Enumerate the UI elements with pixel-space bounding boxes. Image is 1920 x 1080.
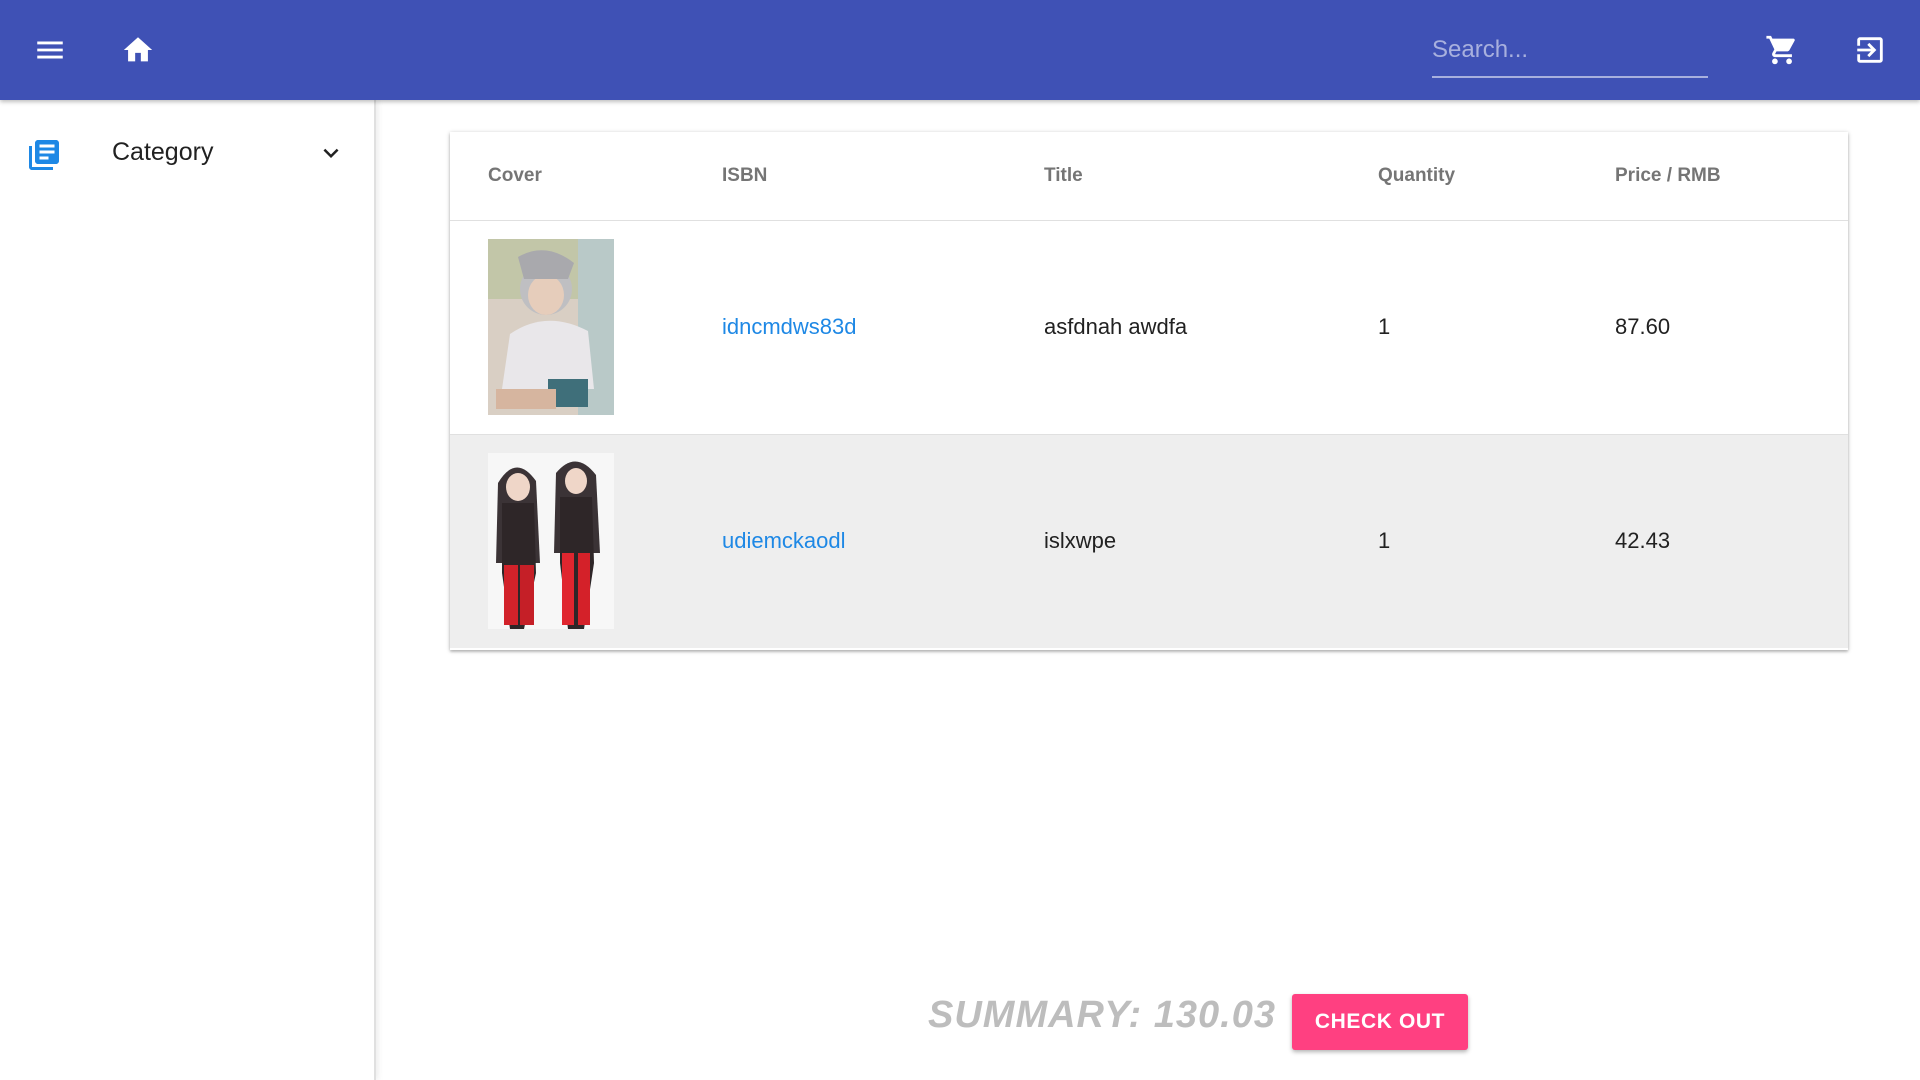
logout-icon[interactable]: [1846, 26, 1894, 74]
book-cover-image[interactable]: [488, 239, 614, 415]
title-cell: asfdnah awdfa: [1044, 314, 1188, 339]
cover-cell: [450, 434, 722, 648]
home-icon[interactable]: [114, 26, 162, 74]
book-cover-image[interactable]: [488, 453, 614, 630]
cart-table: Cover ISBN Title Quantity Price / RMB id…: [450, 132, 1848, 648]
quantity-cell: 1: [1378, 314, 1391, 339]
cart-icon[interactable]: [1758, 26, 1806, 74]
app-bar: [0, 0, 1920, 100]
column-header-cover: Cover: [488, 164, 542, 186]
check-out-button[interactable]: CHECK OUT: [1292, 994, 1468, 1050]
sidebar-item-label: Category: [112, 138, 214, 166]
column-header-quantity: Quantity: [1378, 164, 1456, 186]
quantity-cell: 1: [1378, 528, 1391, 554]
isbn-cell: idncmdws83d: [722, 220, 1044, 434]
search-input[interactable]: [1432, 26, 1708, 74]
isbn-cell: udiemckaodl: [722, 434, 1044, 648]
sidebar-item-category[interactable]: Category: [0, 128, 374, 184]
title-cell: islxwpe: [1044, 528, 1117, 554]
sidebar: Category: [0, 100, 376, 1080]
table-header-row: Cover ISBN Title Quantity Price / RMB: [450, 132, 1848, 220]
table-row: udiemckaodl islxwpe 1 42.43: [450, 434, 1848, 648]
isbn-link[interactable]: idncmdws83d: [722, 314, 857, 339]
column-header-isbn: ISBN: [722, 164, 768, 186]
table-row: idncmdws83d asfdnah awdfa 1 87.60: [450, 220, 1848, 434]
summary-total: SUMMARY: 130.03: [928, 994, 1276, 1036]
price-cell: 42.43: [1615, 528, 1671, 554]
library-books-icon: [26, 136, 62, 174]
cover-cell: [450, 220, 722, 434]
menu-icon[interactable]: [26, 26, 74, 74]
chevron-down-icon[interactable]: [316, 138, 346, 168]
cart-table-card: Cover ISBN Title Quantity Price / RMB id…: [450, 132, 1848, 650]
column-header-price: Price / RMB: [1615, 164, 1721, 186]
isbn-link[interactable]: udiemckaodl: [722, 528, 846, 553]
search-field: [1432, 26, 1708, 78]
column-header-title: Title: [1044, 164, 1083, 186]
price-cell: 87.60: [1615, 314, 1671, 339]
